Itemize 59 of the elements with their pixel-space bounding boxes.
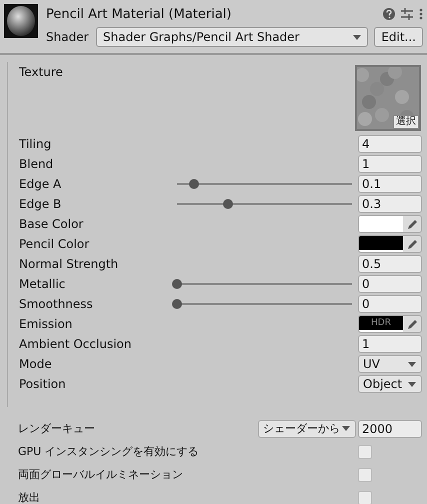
property-label: Blend: [19, 157, 54, 171]
sliders-icon[interactable]: [401, 8, 413, 20]
dropdown[interactable]: UV: [358, 355, 422, 373]
number-field[interactable]: 0: [358, 275, 422, 293]
sphere-icon: [4, 4, 38, 38]
property-label: Normal Strength: [19, 257, 120, 271]
property-label: Metallic: [19, 277, 66, 291]
caret-icon: [342, 426, 350, 431]
slider-track[interactable]: [172, 279, 352, 289]
edit-button[interactable]: Edit...: [374, 27, 423, 47]
color-swatch[interactable]: HDR: [359, 316, 403, 332]
shader-dropdown[interactable]: Shader Graphs/Pencil Art Shader: [96, 27, 368, 47]
shader-label: Shader: [46, 30, 90, 44]
caret-icon: [408, 382, 416, 386]
caret-icon: [408, 362, 416, 366]
checkbox[interactable]: [358, 468, 372, 482]
property-label: 両面グローバルイルミネーション: [18, 467, 184, 482]
number-field[interactable]: 0.3: [358, 195, 422, 213]
menu-icon[interactable]: [419, 8, 423, 20]
eyedropper-icon[interactable]: [406, 318, 418, 330]
property-label: Ambient Occlusion: [19, 337, 132, 351]
slider-track[interactable]: [172, 299, 352, 309]
slider-thumb[interactable]: [172, 279, 182, 289]
dropdown[interactable]: シェーダーから: [258, 420, 356, 438]
hdr-label: HDR: [371, 318, 391, 328]
slider-thumb[interactable]: [172, 299, 182, 309]
dropdown[interactable]: Object: [358, 375, 422, 393]
number-field[interactable]: 1: [358, 335, 422, 353]
checkbox[interactable]: [358, 490, 372, 504]
color-swatch[interactable]: [359, 216, 403, 232]
number-field[interactable]: 0.5: [358, 255, 422, 273]
property-label: レンダーキュー: [18, 421, 96, 436]
checkbox[interactable]: [358, 444, 372, 458]
property-label: 放出: [18, 490, 41, 504]
number-field[interactable]: 1: [358, 155, 422, 173]
window-title: Pencil Art Material (Material): [46, 6, 232, 22]
property-label: Edge B: [19, 197, 62, 211]
color-swatch[interactable]: [359, 236, 403, 252]
property-label: Tiling: [19, 137, 52, 151]
property-label: GPU インスタンシングを有効にする: [18, 444, 200, 459]
property-label: Base Color: [19, 217, 84, 231]
property-label: Pencil Color: [19, 237, 90, 251]
property-label: Edge A: [19, 177, 62, 191]
property-label: Texture: [19, 65, 64, 79]
slider-thumb[interactable]: [189, 179, 199, 189]
help-icon[interactable]: [383, 8, 395, 20]
number-field[interactable]: 2000: [358, 420, 422, 438]
number-field[interactable]: 0.1: [358, 175, 422, 193]
eyedropper-icon[interactable]: [406, 238, 418, 250]
eyedropper-icon[interactable]: [406, 218, 418, 230]
property-label: Smoothness: [19, 297, 94, 311]
slider-thumb[interactable]: [223, 199, 233, 209]
number-field[interactable]: 4: [358, 135, 422, 153]
number-field[interactable]: 0: [358, 295, 422, 313]
property-label: Emission: [19, 317, 74, 331]
property-label: Position: [19, 377, 67, 391]
select-button[interactable]: 選択: [393, 115, 419, 129]
property-label: Mode: [19, 357, 53, 371]
caret-icon: [353, 34, 362, 40]
